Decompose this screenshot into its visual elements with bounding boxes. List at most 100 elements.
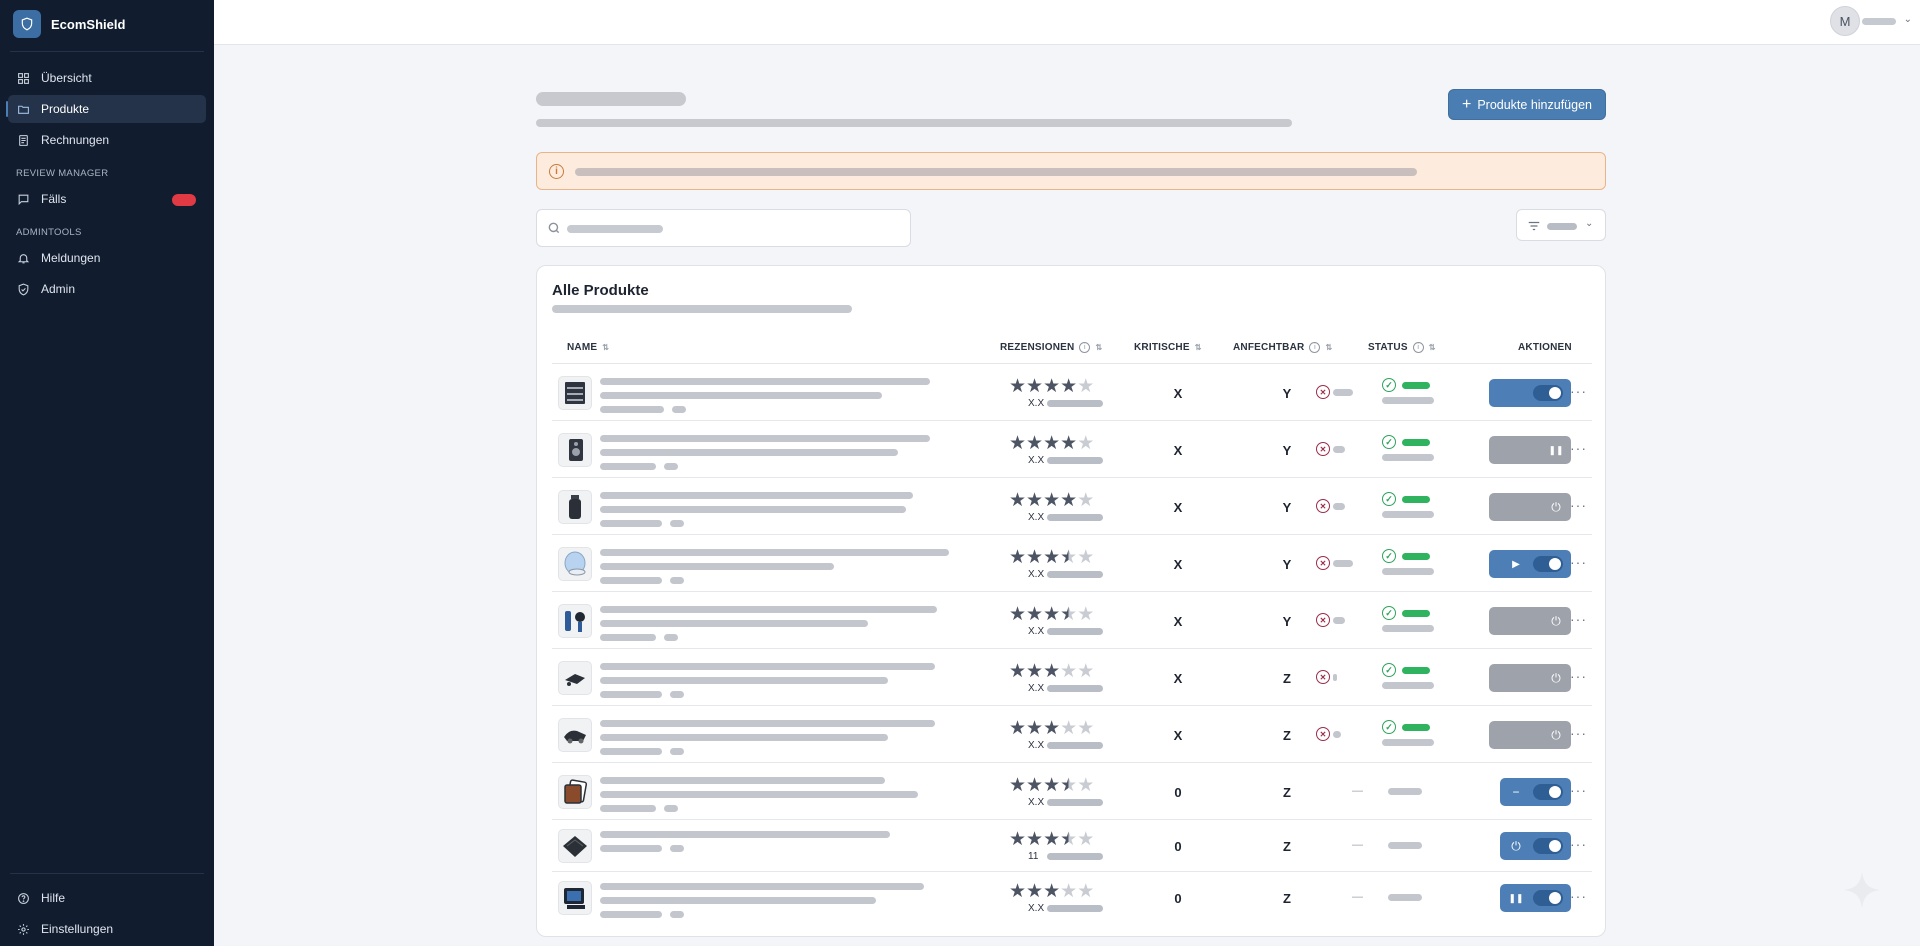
sidebar-item-rechnungen[interactable]: Rechnungen (8, 126, 206, 154)
rating-value: X.X (1028, 626, 1045, 637)
more-options-icon[interactable]: ··· (1570, 782, 1587, 798)
search-input[interactable] (536, 209, 911, 247)
toggle-switch[interactable] (1533, 838, 1563, 854)
page-title-placeholder (536, 92, 686, 106)
status-active-bar (1402, 382, 1430, 389)
chevron-down-icon[interactable]: ⌄ (1904, 14, 1912, 25)
review-count-placeholder (1047, 457, 1103, 464)
contestable-bar (1333, 617, 1345, 624)
contestable-value: Z (1283, 891, 1291, 906)
table-row[interactable]: ★★★★★ X.X X Z ✕ ✓ ⏻ ··· (552, 706, 1592, 763)
sort-icon: ⇅ (1428, 342, 1436, 352)
info-icon[interactable]: i (1079, 342, 1091, 353)
table-row[interactable]: ★★★★★ X.X X Y ✕ ✓ ▶ ··· (552, 535, 1592, 592)
table-row[interactable]: ★★★★★ X.X 0 Z — ❚❚ ··· (552, 872, 1592, 924)
action-control-button[interactable]: ⏻ (1489, 607, 1571, 635)
action-control-button[interactable]: ❚❚ (1500, 884, 1571, 912)
add-products-button[interactable]: + Produkte hinzufügen (1448, 89, 1606, 120)
status-text-placeholder (1382, 682, 1434, 689)
sidebar-item-admin[interactable]: Admin (8, 275, 206, 303)
search-icon (548, 222, 560, 234)
product-name-placeholder[interactable] (600, 777, 918, 812)
product-name-placeholder[interactable] (600, 883, 924, 918)
sidebar-item-einstellungen[interactable]: Einstellungen (8, 915, 206, 943)
action-control-button[interactable]: ⏻ (1489, 721, 1571, 749)
toggle-switch[interactable] (1533, 890, 1563, 906)
contestable-bar (1333, 560, 1353, 567)
table-row[interactable]: ★★★★★ X.X X Y ✕ ✓ ❚❚ ··· (552, 421, 1592, 478)
more-options-icon[interactable]: ··· (1570, 554, 1587, 570)
product-name-placeholder[interactable] (600, 549, 949, 584)
column-header-contestable[interactable]: ANFECHTBAR i ⇅ (1233, 342, 1332, 353)
star-rating: ★★★★★ (1009, 661, 1095, 682)
action-control-button[interactable]: ▶ (1489, 550, 1571, 578)
table-row[interactable]: ★★★★★ X.X 0 Z — − ··· (552, 763, 1592, 820)
product-name-placeholder[interactable] (600, 435, 930, 470)
power-icon: ⏻ (1511, 838, 1521, 853)
toggle-switch[interactable] (1533, 556, 1563, 572)
wallet-icon (563, 836, 587, 857)
contestable-bar (1333, 389, 1353, 396)
table-row[interactable]: ★★★★★ X.X X Y ✕ ✓ ⏻ ··· (552, 592, 1592, 649)
x-circle-icon: ✕ (1316, 442, 1330, 456)
column-header-status[interactable]: STATUS i ⇅ (1368, 342, 1436, 353)
star-rating: ★★★★★ (1009, 433, 1095, 454)
action-control-button[interactable] (1489, 379, 1571, 407)
user-name-placeholder[interactable] (1862, 18, 1896, 25)
check-circle-icon: ✓ (1382, 378, 1396, 392)
toggle-switch[interactable] (1533, 385, 1563, 401)
product-name-placeholder[interactable] (600, 663, 935, 698)
table-row[interactable]: ★★★★★ X.X X Y ✕ ✓ ⏻ ··· (552, 478, 1592, 535)
product-name-placeholder[interactable] (600, 831, 890, 852)
help-icon (16, 891, 30, 905)
column-header-actions: AKTIONEN (1518, 342, 1572, 353)
column-header-reviews[interactable]: REZENSIONEN i ⇅ (1000, 342, 1102, 353)
product-name-placeholder[interactable] (600, 492, 913, 527)
sidebar-item-meldungen[interactable]: Meldungen (8, 244, 206, 272)
sidebar-item-produkte[interactable]: Produkte (6, 95, 206, 123)
sidebar-item-faelle[interactable]: Fälls (8, 185, 206, 213)
action-control-button[interactable]: ⏻ (1489, 664, 1571, 692)
toggle-switch[interactable] (1533, 784, 1563, 800)
more-options-icon[interactable]: ··· (1570, 668, 1587, 684)
play-icon: ▶ (1512, 558, 1520, 570)
table-row[interactable]: ★★★★★ X.X X Z ✕ ✓ ⏻ ··· (552, 649, 1592, 706)
table-row[interactable]: ★★★★★ 11 0 Z — ⏻ ··· (552, 820, 1592, 872)
avatar[interactable]: M (1830, 6, 1860, 36)
critical-value: X (1173, 557, 1183, 572)
more-options-icon[interactable]: ··· (1570, 383, 1587, 399)
more-options-icon[interactable]: ··· (1570, 497, 1587, 513)
filter-dropdown[interactable]: ⌄ (1516, 209, 1606, 241)
power-icon: ⏻ (1551, 727, 1561, 742)
status-text-placeholder (1382, 511, 1434, 518)
product-name-placeholder[interactable] (600, 378, 930, 413)
more-options-icon[interactable]: ··· (1570, 611, 1587, 627)
star-rating: ★★★★★ (1009, 604, 1095, 625)
column-header-critical[interactable]: KRITISCHE ⇅ (1134, 342, 1202, 353)
action-control-button[interactable]: ⏻ (1489, 493, 1571, 521)
more-options-icon[interactable]: ··· (1570, 725, 1587, 741)
info-icon[interactable]: i (1309, 342, 1321, 353)
status-text-placeholder (1382, 625, 1434, 632)
more-options-icon[interactable]: ··· (1570, 836, 1587, 852)
check-circle-icon: ✓ (1382, 720, 1396, 734)
more-options-icon[interactable]: ··· (1570, 440, 1587, 456)
x-circle-icon: ✕ (1316, 613, 1330, 627)
info-icon[interactable]: i (1412, 342, 1424, 353)
table-row[interactable]: ★★★★★ X.X X Y ✕ ✓ ··· (552, 364, 1592, 421)
brand[interactable]: EcomShield (0, 1, 214, 47)
status-text-placeholder (1382, 568, 1434, 575)
action-control-button[interactable]: ⏻ (1500, 832, 1571, 860)
product-name-placeholder[interactable] (600, 720, 935, 755)
contestable-bar (1333, 731, 1341, 738)
cards-icon (564, 779, 588, 804)
product-name-placeholder[interactable] (600, 606, 937, 641)
column-header-name[interactable]: NAME ⇅ (567, 342, 609, 353)
sidebar-item-uebersicht[interactable]: Übersicht (8, 64, 206, 92)
action-control-button[interactable]: ❚❚ (1489, 436, 1571, 464)
product-thumbnail (558, 775, 592, 809)
section-label-review-manager: REVIEW MANAGER (16, 168, 109, 179)
sidebar-item-hilfe[interactable]: Hilfe (8, 884, 206, 912)
action-control-button[interactable]: − (1500, 778, 1571, 806)
more-options-icon[interactable]: ··· (1570, 888, 1587, 904)
